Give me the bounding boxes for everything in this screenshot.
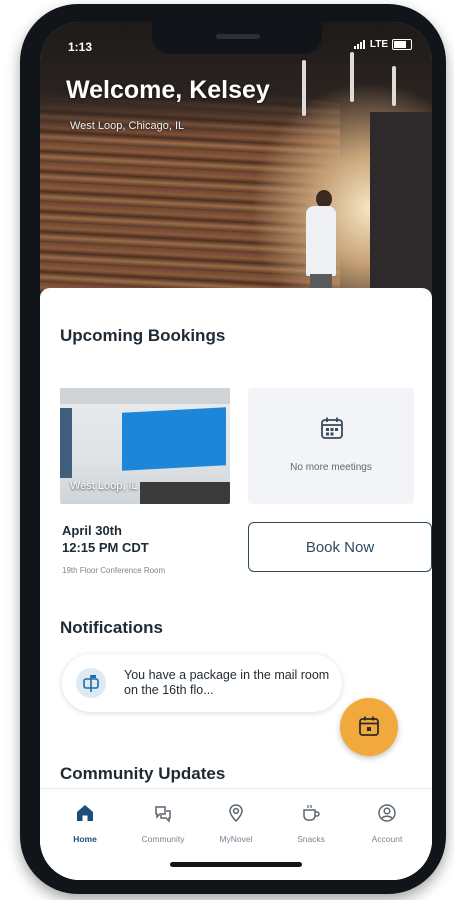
notifications-title: Notifications: [60, 618, 163, 637]
notch: [152, 22, 322, 54]
network-type: LTE: [369, 39, 388, 50]
home-indicator: [170, 862, 302, 867]
coffee-icon: [303, 805, 320, 821]
upcoming-bookings-title: Upcoming Bookings: [60, 326, 226, 345]
booking-photo-label: West Loop, IL: [70, 480, 138, 492]
calendar-icon: [321, 417, 343, 439]
tab-community[interactable]: Community: [124, 803, 202, 844]
community-icon: [155, 806, 171, 823]
community-updates-title: Community Updates: [60, 764, 226, 783]
welcome-title: Welcome, Kelsey: [66, 76, 270, 104]
status-time: 1:13: [68, 40, 93, 54]
location-pin-icon: [229, 804, 243, 823]
battery-icon: [392, 39, 412, 50]
notification-text: You have a package in the mail room on t…: [124, 668, 330, 697]
no-meetings-card: No more meetings: [248, 388, 414, 504]
location-label[interactable]: West Loop, Chicago, IL: [70, 120, 184, 132]
no-meetings-text: No more meetings: [290, 462, 372, 473]
booking-room: 19th Floor Conference Room: [62, 566, 166, 575]
book-fab-button[interactable]: [340, 698, 398, 756]
notification-item[interactable]: You have a package in the mail room on t…: [62, 654, 342, 712]
tab-snacks[interactable]: Snacks: [272, 803, 350, 844]
signal-icon: [353, 40, 365, 49]
hero-image: [40, 22, 432, 312]
status-indicators: LTE: [353, 39, 412, 50]
tab-mynovel[interactable]: MyNovel: [197, 803, 275, 844]
booking-photo[interactable]: West Loop, IL: [60, 388, 230, 504]
tab-home[interactable]: Home: [46, 803, 124, 844]
booking-time: 12:15 PM CDT: [62, 540, 149, 555]
booking-date: April 30th: [62, 523, 122, 538]
calendar-icon: [359, 716, 379, 736]
account-icon: [378, 804, 396, 822]
status-bar: 1:13 LTE: [40, 22, 432, 62]
booking-datetime[interactable]: April 30th 12:15 PM CDT: [62, 522, 149, 556]
home-icon: [77, 805, 93, 821]
book-now-button[interactable]: Book Now: [248, 522, 432, 572]
tab-account[interactable]: Account: [348, 803, 426, 844]
mailbox-icon: [76, 668, 106, 698]
